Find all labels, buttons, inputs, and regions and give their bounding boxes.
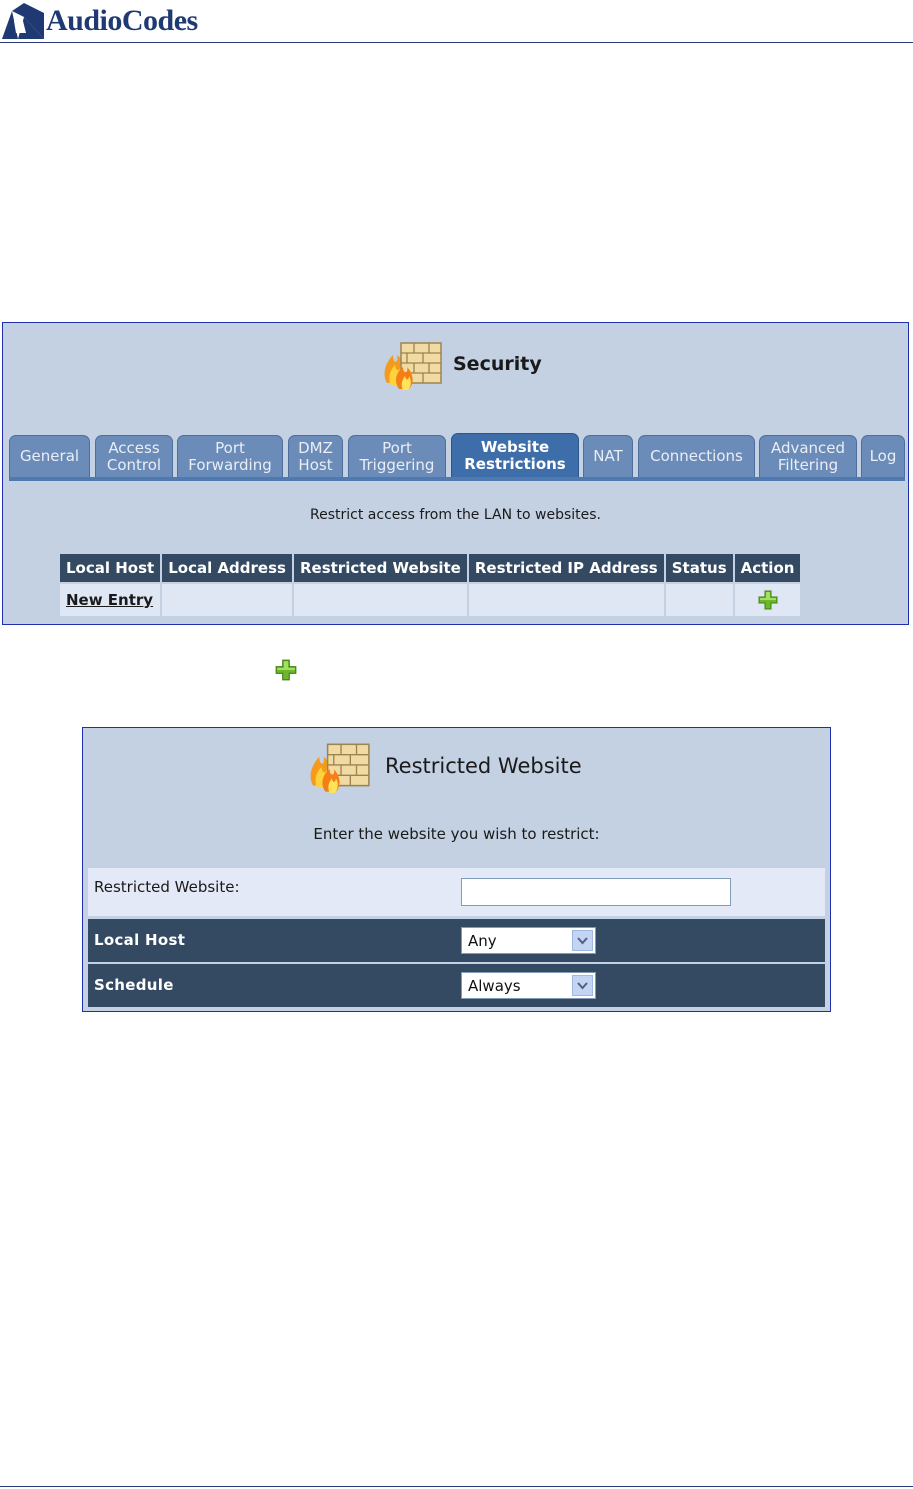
firewall-icon — [310, 743, 370, 793]
column-header-action: Action — [734, 554, 801, 582]
table-cell — [468, 584, 664, 616]
column-header-restricted-website: Restricted Website — [293, 554, 467, 582]
table-row: New Entry — [60, 584, 801, 616]
new-entry-cell: New Entry — [60, 584, 161, 616]
tab-label: Control — [106, 455, 162, 474]
tab-label: NAT — [593, 447, 623, 465]
website-restrictions-table: Local Host Local Address Restricted Webs… — [58, 552, 802, 618]
tab-nat[interactable]: NAT — [583, 435, 633, 477]
schedule-label: Schedule — [94, 976, 174, 994]
schedule-row: Schedule Always — [88, 964, 825, 1007]
tab-label: Triggering — [359, 455, 435, 474]
tab-website-restrictions[interactable]: Website Restrictions — [451, 433, 579, 477]
header-divider — [0, 42, 913, 43]
add-icon[interactable] — [757, 589, 779, 611]
tab-advanced-filtering[interactable]: Advanced Filtering — [759, 435, 857, 477]
restricted-website-description: Enter the website you wish to restrict: — [313, 825, 600, 843]
tab-label: Connections — [650, 447, 743, 465]
tab-label: Host — [298, 455, 333, 474]
local-host-label: Local Host — [94, 931, 186, 949]
tab-label: Port — [382, 438, 412, 457]
restricted-website-input[interactable] — [461, 878, 731, 906]
schedule-value: Always — [468, 976, 521, 995]
security-heading: Security — [379, 333, 542, 395]
tab-label: General — [19, 447, 80, 465]
tab-label: Access — [108, 438, 160, 457]
tab-port-triggering[interactable]: Port Triggering — [348, 435, 446, 477]
tab-label: Filtering — [777, 455, 839, 474]
restricted-website-title: Restricted Website — [385, 754, 582, 778]
schedule-select[interactable]: Always — [461, 972, 596, 999]
tab-access-control[interactable]: Access Control — [95, 435, 173, 477]
security-title: Security — [453, 353, 542, 375]
table-header-row: Local Host Local Address Restricted Webs… — [60, 554, 801, 582]
action-cell — [734, 584, 801, 616]
security-panel: Security General Access Control Port For… — [2, 322, 909, 625]
security-description: Restrict access from the LAN to websites… — [310, 507, 601, 523]
add-icon — [275, 659, 297, 681]
tab-label: DMZ — [298, 438, 333, 457]
local-host-row: Local Host Any — [88, 919, 825, 962]
tab-underline — [9, 477, 905, 481]
tab-general[interactable]: General — [9, 435, 90, 477]
table-cell — [293, 584, 467, 616]
local-host-value: Any — [468, 931, 497, 950]
tab-label: Forwarding — [188, 455, 272, 474]
restricted-website-label: Restricted Website: — [94, 878, 240, 896]
audiocodes-logo-icon — [2, 3, 44, 39]
column-header-local-address: Local Address — [162, 554, 292, 582]
tab-label: Log — [869, 447, 897, 465]
tab-label: Website — [480, 437, 550, 456]
audiocodes-logo: AudioCodes — [2, 2, 198, 40]
footer-divider — [0, 1486, 913, 1487]
restricted-website-panel: Restricted Website Enter the website you… — [82, 727, 831, 1012]
column-header-restricted-ip-address: Restricted IP Address — [468, 554, 664, 582]
new-entry-link[interactable]: New Entry — [66, 591, 153, 609]
tab-connections[interactable]: Connections — [638, 435, 755, 477]
tab-log[interactable]: Log — [861, 435, 905, 477]
tab-port-forwarding[interactable]: Port Forwarding — [177, 435, 283, 477]
table-cell — [665, 584, 733, 616]
local-host-select[interactable]: Any — [461, 927, 596, 954]
security-tabs: General Access Control Port Forwarding D… — [9, 433, 905, 479]
chevron-down-icon[interactable] — [572, 975, 593, 996]
column-header-local-host: Local Host — [60, 554, 161, 582]
logo-text: AudioCodes — [46, 4, 198, 37]
tab-label: Port — [215, 438, 245, 457]
tab-label: Advanced — [770, 438, 846, 457]
restricted-website-row: Restricted Website: — [88, 868, 825, 916]
table-cell — [162, 584, 292, 616]
tab-dmz-host[interactable]: DMZ Host — [288, 435, 343, 477]
restricted-website-heading: Restricted Website — [303, 734, 582, 798]
column-header-status: Status — [665, 554, 733, 582]
tab-label: Restrictions — [464, 454, 566, 473]
chevron-down-icon[interactable] — [572, 930, 593, 951]
firewall-icon — [384, 342, 442, 390]
